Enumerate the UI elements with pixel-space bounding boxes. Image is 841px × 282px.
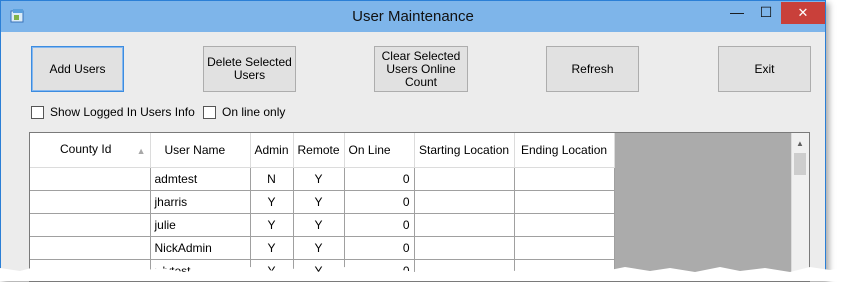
cell-online[interactable]: 0	[344, 214, 414, 237]
table-row[interactable]: NickAdminYY0	[30, 237, 614, 260]
cell-remote[interactable]: Y	[293, 168, 344, 191]
cell-remote[interactable]: Y	[293, 191, 344, 214]
cell-remote[interactable]: Y	[293, 237, 344, 260]
cell-admin[interactable]: Y	[250, 237, 293, 260]
cell-online[interactable]: 0	[344, 237, 414, 260]
cell-end[interactable]	[514, 191, 614, 214]
close-button[interactable]: ✕	[781, 2, 825, 24]
cell-user-name[interactable]: julie	[150, 214, 250, 237]
cell-start[interactable]	[414, 237, 514, 260]
cell-user-name[interactable]: admtest	[150, 168, 250, 191]
cell-online[interactable]: 0	[344, 191, 414, 214]
table-row[interactable]: julieYY0	[30, 214, 614, 237]
col-header-starting-location[interactable]: Starting Location	[414, 133, 514, 168]
cell-end[interactable]	[514, 237, 614, 260]
cell-start[interactable]	[414, 214, 514, 237]
exit-button[interactable]: Exit	[718, 46, 811, 92]
sort-asc-icon: ▲	[137, 145, 146, 158]
refresh-button[interactable]: Refresh	[546, 46, 639, 92]
online-only-checkbox[interactable]: On line only	[203, 105, 285, 119]
cell-county-id[interactable]	[30, 168, 150, 191]
show-logged-in-checkbox[interactable]: Show Logged In Users Info	[31, 105, 195, 119]
cell-county-id[interactable]	[30, 214, 150, 237]
add-users-button[interactable]: Add Users	[31, 46, 124, 92]
online-only-label: On line only	[222, 105, 285, 119]
cell-start[interactable]	[414, 168, 514, 191]
cell-user-name[interactable]: NickAdmin	[150, 237, 250, 260]
cell-start[interactable]	[414, 191, 514, 214]
user-maintenance-window: User Maintenance — ☐ ✕ Add Users Delete …	[0, 0, 826, 281]
checkbox-box[interactable]	[203, 106, 216, 119]
show-logged-in-label: Show Logged In Users Info	[50, 105, 195, 119]
cell-user-name[interactable]: jharris	[150, 191, 250, 214]
col-header-county-id[interactable]: County Id▲	[30, 133, 150, 168]
delete-selected-users-button[interactable]: Delete Selected Users	[203, 46, 296, 92]
header-row: County Id▲ User Name Admin Remote On Lin…	[30, 133, 614, 168]
cell-online[interactable]: 0	[344, 168, 414, 191]
checkbox-box[interactable]	[31, 106, 44, 119]
cell-end[interactable]	[514, 168, 614, 191]
scroll-up-icon[interactable]: ▲	[796, 139, 804, 148]
scroll-thumb[interactable]	[794, 153, 806, 175]
col-header-ending-location[interactable]: Ending Location	[514, 133, 614, 168]
cell-remote[interactable]: Y	[293, 214, 344, 237]
clear-online-count-button[interactable]: Clear Selected Users Online Count	[374, 46, 468, 92]
col-header-admin[interactable]: Admin	[250, 133, 293, 168]
window-title: User Maintenance	[1, 1, 825, 32]
cell-county-id[interactable]	[30, 191, 150, 214]
vertical-scrollbar[interactable]: ▲	[791, 133, 809, 282]
users-table: County Id▲ User Name Admin Remote On Lin…	[30, 133, 615, 282]
users-grid[interactable]: County Id▲ User Name Admin Remote On Lin…	[29, 132, 810, 282]
cell-end[interactable]	[514, 214, 614, 237]
torn-edge	[0, 262, 841, 281]
title-bar[interactable]: User Maintenance — ☐ ✕	[1, 1, 825, 32]
cell-admin[interactable]: Y	[250, 191, 293, 214]
cell-admin[interactable]: Y	[250, 214, 293, 237]
minimize-button[interactable]: —	[724, 2, 750, 24]
col-header-online[interactable]: On Line	[344, 133, 414, 168]
col-header-user-name[interactable]: User Name	[150, 133, 250, 168]
col-header-remote[interactable]: Remote	[293, 133, 344, 168]
table-row[interactable]: admtestNY0	[30, 168, 614, 191]
maximize-button[interactable]: ☐	[753, 2, 779, 24]
cell-county-id[interactable]	[30, 237, 150, 260]
cell-admin[interactable]: N	[250, 168, 293, 191]
table-row[interactable]: jharrisYY0	[30, 191, 614, 214]
